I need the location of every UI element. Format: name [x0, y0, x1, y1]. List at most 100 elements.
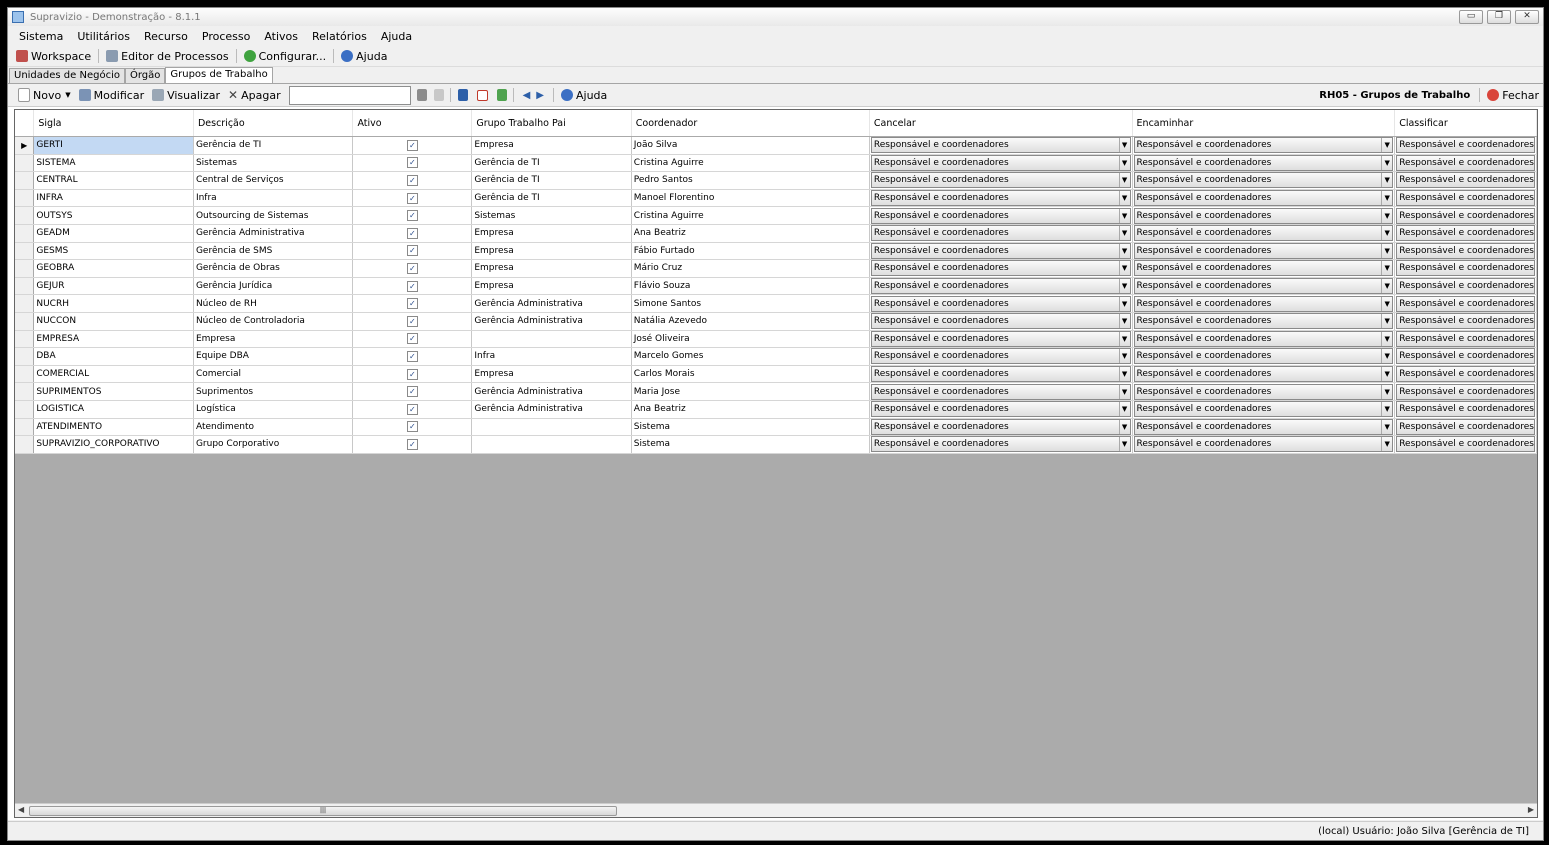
cell-descricao[interactable]: Núcleo de RH [193, 294, 354, 313]
cell-cancelar[interactable]: Responsável e coordenadores ▼ [869, 382, 1133, 401]
cell-coordenador[interactable]: Pedro Santos [631, 171, 870, 190]
chevron-down-icon[interactable]: ▼ [1118, 279, 1130, 294]
ativo-checkbox[interactable]: ✓ [406, 421, 418, 433]
cell-grupo-pai[interactable]: Gerência de TI [471, 189, 632, 208]
classificar-dropdown[interactable]: Responsável e coordenadores [1396, 418, 1535, 435]
chevron-down-icon[interactable]: ▼ [1118, 296, 1130, 311]
refresh-icon[interactable] [496, 89, 507, 101]
cell-cancelar[interactable]: Responsável e coordenadores ▼ [869, 277, 1133, 296]
cell-encaminhar[interactable]: Responsável e coordenadores ▼ [1132, 365, 1396, 384]
cell-ativo[interactable]: ✓ [352, 435, 473, 454]
cancelar-dropdown[interactable]: Responsável e coordenadores ▼ [870, 225, 1131, 242]
chevron-down-icon[interactable]: ▼ [1118, 226, 1130, 241]
cell-coordenador[interactable]: Maria Jose [631, 382, 870, 401]
cell-sigla[interactable]: NUCCON [33, 312, 194, 331]
filter-icon[interactable] [416, 89, 427, 101]
table-row[interactable]: GEOBRA Gerência de Obras ✓ Empresa Mário Cru… [15, 259, 1537, 278]
cancelar-dropdown[interactable]: Responsável e coordenadores ▼ [870, 295, 1131, 312]
ajuda-grid-button[interactable]: Ajuda [557, 89, 611, 102]
menu-sistema[interactable]: Sistema [12, 30, 70, 43]
cell-classificar[interactable]: Responsável e coordenadores [1394, 171, 1537, 190]
classificar-dropdown[interactable]: Responsável e coordenadores [1396, 137, 1535, 154]
cell-encaminhar[interactable]: Responsável e coordenadores ▼ [1132, 154, 1396, 173]
cell-encaminhar[interactable]: Responsável e coordenadores ▼ [1132, 189, 1396, 208]
cell-cancelar[interactable]: Responsável e coordenadores ▼ [869, 189, 1133, 208]
chevron-down-icon[interactable]: ▼ [1381, 191, 1392, 206]
chevron-down-icon[interactable]: ▼ [1381, 243, 1392, 258]
row-header[interactable] [15, 365, 35, 384]
chevron-down-icon[interactable]: ▼ [1381, 402, 1392, 417]
cancelar-dropdown[interactable]: Responsável e coordenadores ▼ [870, 278, 1131, 294]
cell-coordenador[interactable]: Simone Santos [631, 294, 870, 313]
encaminhar-dropdown[interactable]: Responsável e coordenadores ▼ [1133, 172, 1394, 189]
cell-sigla[interactable]: ATENDIMENTO [33, 418, 194, 437]
close-window-button[interactable]: ✕ [1515, 10, 1539, 24]
cell-descricao[interactable]: Atendimento [193, 418, 354, 437]
row-header[interactable] [15, 400, 35, 419]
column-header-encaminhar[interactable]: Encaminhar [1132, 110, 1396, 137]
cell-coordenador[interactable]: Cristina Aguirre [631, 206, 870, 225]
chevron-down-icon[interactable]: ▼ [1381, 208, 1392, 223]
cell-grupo-pai[interactable]: Gerência Administrativa [471, 382, 632, 401]
editor-processos-button[interactable]: Editor de Processos [102, 50, 233, 63]
cell-ativo[interactable]: ✓ [352, 136, 473, 155]
encaminhar-dropdown[interactable]: Responsável e coordenadores ▼ [1133, 137, 1394, 154]
cell-ativo[interactable]: ✓ [352, 259, 473, 278]
cell-ativo[interactable]: ✓ [352, 154, 473, 173]
cell-sigla[interactable]: COMERCIAL [33, 365, 194, 384]
cell-coordenador[interactable]: Ana Beatriz [631, 400, 870, 419]
row-header[interactable] [15, 224, 35, 243]
restore-button[interactable]: ❐ [1487, 10, 1511, 24]
cell-sigla[interactable]: CENTRAL [33, 171, 194, 190]
chevron-down-icon[interactable]: ▼ [1118, 173, 1130, 188]
tab-unidades-negocio[interactable]: Unidades de Negócio [9, 68, 125, 84]
ativo-checkbox[interactable]: ✓ [406, 262, 418, 274]
cell-classificar[interactable]: Responsável e coordenadores [1394, 277, 1537, 296]
cell-encaminhar[interactable]: Responsável e coordenadores ▼ [1132, 171, 1396, 190]
cancelar-dropdown[interactable]: Responsável e coordenadores ▼ [870, 207, 1131, 224]
cell-descricao[interactable]: Gerência de Obras [193, 259, 354, 278]
chevron-down-icon[interactable]: ▼ [1381, 349, 1392, 364]
cell-descricao[interactable]: Logística [193, 400, 354, 419]
ativo-checkbox[interactable]: ✓ [406, 245, 418, 257]
cell-encaminhar[interactable]: Responsável e coordenadores ▼ [1132, 277, 1396, 296]
row-header[interactable] [15, 312, 35, 331]
cell-encaminhar[interactable]: Responsável e coordenadores ▼ [1132, 259, 1396, 278]
encaminhar-dropdown[interactable]: Responsável e coordenadores ▼ [1133, 154, 1394, 171]
cell-descricao[interactable]: Comercial [193, 365, 354, 384]
cell-grupo-pai[interactable]: Empresa [471, 224, 632, 243]
column-header-descricao[interactable]: Descrição [193, 110, 354, 137]
ativo-checkbox[interactable]: ✓ [406, 350, 418, 362]
cancelar-dropdown[interactable]: Responsável e coordenadores ▼ [870, 366, 1131, 382]
cell-coordenador[interactable]: Sistema [631, 418, 870, 437]
table-row[interactable]: GEJUR Gerência Jurídica ✓ Empresa Flávio Sou… [15, 277, 1537, 296]
cell-encaminhar[interactable]: Responsável e coordenadores ▼ [1132, 224, 1396, 243]
cell-grupo-pai[interactable]: Empresa [471, 365, 632, 384]
cell-ativo[interactable]: ✓ [352, 171, 473, 190]
encaminhar-dropdown[interactable]: Responsável e coordenadores ▼ [1133, 207, 1394, 224]
cell-ativo[interactable]: ✓ [352, 189, 473, 208]
configurar-button[interactable]: Configurar... [240, 50, 331, 63]
cell-descricao[interactable]: Sistemas [193, 154, 354, 173]
scroll-right-icon[interactable]: ▶ [1528, 805, 1534, 814]
cell-cancelar[interactable]: Responsável e coordenadores ▼ [869, 347, 1133, 366]
encaminhar-dropdown[interactable]: Responsável e coordenadores ▼ [1133, 225, 1394, 242]
ativo-checkbox[interactable]: ✓ [406, 157, 418, 169]
cell-coordenador[interactable]: Flávio Souza [631, 277, 870, 296]
row-header[interactable] [15, 347, 35, 366]
cell-classificar[interactable]: Responsável e coordenadores [1394, 418, 1537, 437]
fechar-button[interactable]: Fechar [1483, 89, 1543, 102]
cancelar-dropdown[interactable]: Responsável e coordenadores ▼ [870, 190, 1131, 206]
cell-sigla[interactable]: SISTEMA [33, 154, 194, 173]
cell-descricao[interactable]: Grupo Corporativo [193, 435, 354, 454]
classificar-dropdown[interactable]: Responsável e coordenadores [1396, 225, 1535, 242]
cell-encaminhar[interactable]: Responsável e coordenadores ▼ [1132, 206, 1396, 225]
cancelar-dropdown[interactable]: Responsável e coordenadores ▼ [870, 330, 1131, 347]
classificar-dropdown[interactable]: Responsável e coordenadores [1396, 260, 1535, 277]
chevron-down-icon[interactable]: ▼ [1118, 191, 1130, 206]
cell-classificar[interactable]: Responsável e coordenadores [1394, 259, 1537, 278]
cell-encaminhar[interactable]: Responsável e coordenadores ▼ [1132, 242, 1396, 261]
cell-grupo-pai[interactable]: Empresa [471, 242, 632, 261]
cell-sigla[interactable]: OUTSYS [33, 206, 194, 225]
cell-classificar[interactable]: Responsável e coordenadores [1394, 294, 1537, 313]
